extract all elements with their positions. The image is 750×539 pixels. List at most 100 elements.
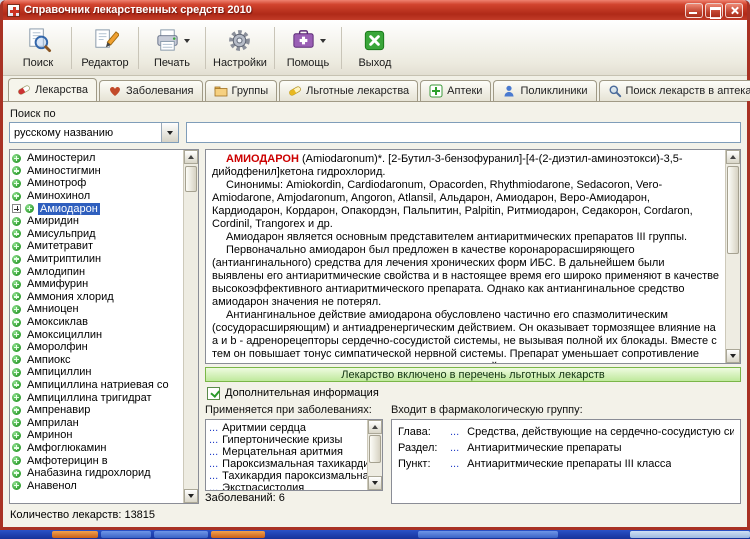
drug-list-item[interactable]: Анабазина гидрохлорид: [12, 467, 183, 480]
disease-list-item[interactable]: ... Мерцательная аритмия: [209, 446, 367, 458]
description-scrollbar[interactable]: [725, 150, 740, 363]
search-input[interactable]: [186, 122, 741, 143]
disease-list-item[interactable]: ... Тахикардия пароксизмальная: [209, 470, 367, 482]
maximize-button[interactable]: [705, 2, 723, 19]
pharm-group-link[interactable]: ...: [450, 442, 459, 454]
search-toolbar-button[interactable]: Поиск: [11, 23, 65, 73]
editor-toolbar-button[interactable]: Редактор: [78, 23, 132, 73]
additional-info-checkbox[interactable]: [207, 386, 220, 400]
scroll-down-button[interactable]: [726, 349, 740, 363]
drug-name: Анавенол: [27, 479, 77, 492]
disease-details-link[interactable]: ...: [209, 446, 218, 458]
title-bar[interactable]: Справочник лекарственных средств 2010: [3, 0, 747, 20]
tab-benefit-drugs[interactable]: Льготные лекарства: [279, 80, 419, 101]
help-toolbar-button[interactable]: Помощь: [281, 23, 335, 73]
disease-list-item[interactable]: ... Экстрасистолия: [209, 482, 367, 490]
combobox-value: русскому названию: [14, 126, 114, 139]
drug-list-item[interactable]: Ампициллина натриевая со: [12, 379, 183, 392]
disease-details-link[interactable]: ...: [209, 458, 218, 470]
tab-label: Лекарства: [35, 84, 89, 96]
drug-list-item[interactable]: Амоксиклав: [12, 316, 183, 329]
tab-label: Заболевания: [126, 85, 194, 97]
disease-details-link[interactable]: ...: [209, 434, 218, 446]
tab-groups[interactable]: Группы: [204, 80, 278, 101]
drug-list-item[interactable]: Аминохинол: [12, 190, 183, 203]
drug-list-item[interactable]: Амоксициллин: [12, 328, 183, 341]
close-button[interactable]: [725, 2, 743, 18]
drug-list-item[interactable]: Аморолфин: [12, 341, 183, 354]
drug-list-item[interactable]: Амприлан: [12, 416, 183, 429]
drug-list-item[interactable]: Ампициллина тригидрат: [12, 391, 183, 404]
drug-name: Амфотерицин в: [27, 454, 108, 467]
tab-diseases[interactable]: Заболевания: [99, 80, 203, 101]
toolbar-separator: [205, 26, 206, 69]
drug-list-item[interactable]: Амиодарон: [12, 202, 183, 215]
combobox-dropdown-button[interactable]: [161, 123, 178, 142]
print-toolbar-button[interactable]: Печать: [145, 23, 199, 73]
app-icon: [7, 3, 20, 17]
toolbar-separator: [138, 26, 139, 69]
expand-plus-icon[interactable]: [12, 204, 21, 214]
drug-list-item[interactable]: Амлодипин: [12, 265, 183, 278]
scroll-thumb[interactable]: [185, 166, 197, 192]
tab-clinics[interactable]: Поликлиники: [493, 80, 597, 101]
tab-pharmacies[interactable]: Аптеки: [420, 80, 492, 101]
settings-toolbar-button[interactable]: Настройки: [212, 23, 268, 73]
drug-list-item[interactable]: Амиридин: [12, 215, 183, 228]
drug-list-item[interactable]: Аминотроф: [12, 177, 183, 190]
scroll-thumb[interactable]: [369, 435, 381, 463]
taskbar-window-button[interactable]: [52, 531, 98, 538]
taskbar-window-button[interactable]: [154, 531, 208, 538]
drug-list-item[interactable]: Амфотерицин в: [12, 454, 183, 467]
disease-details-link[interactable]: ...: [209, 422, 218, 434]
drug-list-item[interactable]: Аминостерил: [12, 152, 183, 165]
exit-toolbar-button[interactable]: Выход: [348, 23, 402, 73]
disease-list-item[interactable]: ... Аритмии сердца: [209, 422, 367, 434]
scroll-down-button[interactable]: [368, 476, 382, 490]
drug-list-item[interactable]: Амитетравит: [12, 240, 183, 253]
scroll-track[interactable]: [368, 434, 382, 476]
drug-pill-icon: [12, 330, 21, 340]
drug-list-item[interactable]: Амфоглюкамин: [12, 442, 183, 455]
drug-list-item[interactable]: Амниоцен: [12, 303, 183, 316]
tab-drug-search-in-pharmacies[interactable]: Поиск лекарств в аптеках: [598, 80, 750, 101]
disease-list-item[interactable]: ... Пароксизмальная тахикардия: [209, 458, 367, 470]
drug-title: АМИОДАРОН: [226, 153, 299, 165]
minimize-button[interactable]: [685, 2, 703, 18]
pharm-group-row-label: Раздел:: [398, 442, 438, 454]
drug-list-item[interactable]: Амисульприд: [12, 228, 183, 241]
drug-list-item[interactable]: Аммония хлорид: [12, 291, 183, 304]
scroll-track[interactable]: [184, 164, 198, 489]
diseases-scrollbar[interactable]: [367, 420, 382, 490]
search-mode-combobox[interactable]: русскому названию: [9, 122, 179, 143]
drug-list-item[interactable]: Ампренавир: [12, 404, 183, 417]
scroll-up-button[interactable]: [368, 420, 382, 434]
scroll-down-button[interactable]: [184, 489, 198, 503]
scroll-up-button[interactable]: [726, 150, 740, 164]
taskbar-tray[interactable]: [630, 531, 750, 538]
disease-list-item[interactable]: ... Гипертонические кризы: [209, 434, 367, 446]
scroll-thumb[interactable]: [727, 166, 739, 254]
drug-list-item[interactable]: Амитриптилин: [12, 253, 183, 266]
disease-details-link[interactable]: ...: [209, 482, 218, 490]
disease-details-link[interactable]: ...: [209, 470, 218, 482]
taskbar-window-button[interactable]: [211, 531, 265, 538]
drug-list-scrollbar[interactable]: [183, 150, 198, 503]
print-dropdown-arrow-icon[interactable]: [184, 38, 190, 43]
scroll-up-button[interactable]: [184, 150, 198, 164]
drug-list-item[interactable]: Аммифурин: [12, 278, 183, 291]
tab-drugs[interactable]: Лекарства: [8, 78, 98, 101]
pharm-group-value: Антиаритмические препараты III класса: [467, 458, 672, 470]
pharm-group-link[interactable]: ...: [450, 458, 459, 470]
drug-list-item[interactable]: Ампиокс: [12, 354, 183, 367]
pharm-group-link[interactable]: ...: [450, 426, 459, 438]
scroll-track[interactable]: [726, 164, 740, 349]
drug-list-item[interactable]: Аминостигмин: [12, 165, 183, 178]
drug-list-item[interactable]: Ампициллин: [12, 366, 183, 379]
diseases-header: Применяется при заболеваниях:: [205, 404, 372, 416]
drug-list-item[interactable]: Амринон: [12, 429, 183, 442]
taskbar-window-button[interactable]: [418, 531, 558, 538]
help-dropdown-arrow-icon[interactable]: [319, 38, 326, 43]
taskbar-window-button[interactable]: [101, 531, 151, 538]
drug-list-item[interactable]: Анавенол: [12, 479, 183, 492]
